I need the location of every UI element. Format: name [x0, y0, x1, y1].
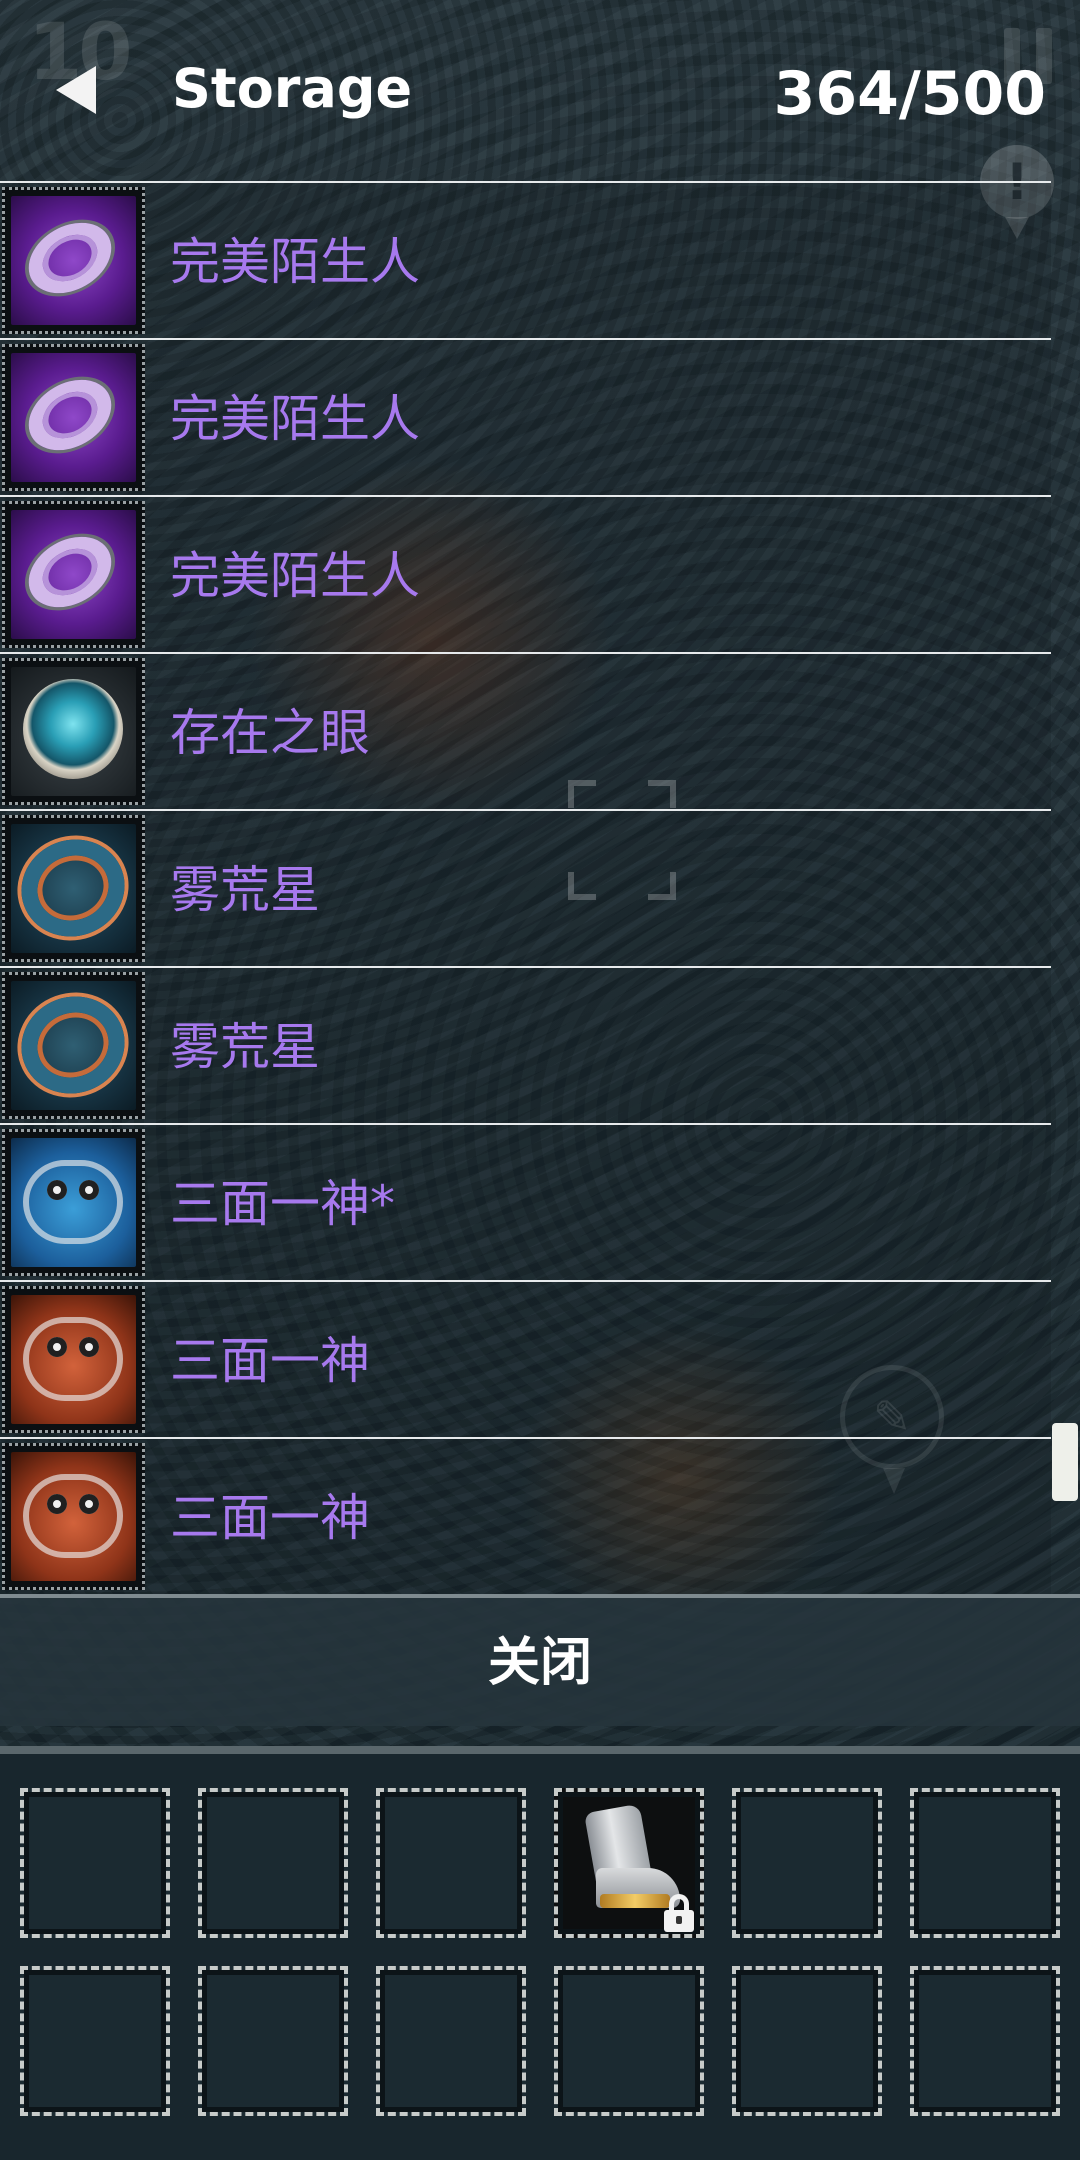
- item-name: 完美陌生人: [170, 390, 420, 448]
- item-slot: [2, 815, 145, 962]
- purple-ring-icon: [11, 510, 136, 639]
- item-slot: [2, 187, 145, 334]
- inventory-slot[interactable]: [910, 1966, 1060, 2116]
- item-slot: [2, 658, 145, 805]
- list-item[interactable]: 完美陌生人: [0, 338, 1051, 495]
- list-item[interactable]: 雾荒星: [0, 809, 1051, 966]
- inventory-slot[interactable]: [20, 1788, 170, 1938]
- item-name: 完美陌生人: [170, 547, 420, 605]
- inventory-slot[interactable]: [554, 1788, 704, 1938]
- list-item[interactable]: 完美陌生人: [0, 495, 1051, 652]
- blue-mask-icon: [11, 1138, 136, 1267]
- scrollbar-thumb[interactable]: [1052, 1423, 1078, 1501]
- item-name: 雾荒星: [170, 1018, 320, 1076]
- storage-item-list[interactable]: 完美陌生人 完美陌生人 完美陌生人 存在之眼 雾荒星 雾荒星 三面一神* 三面一…: [0, 181, 1051, 1594]
- inventory-slot[interactable]: [198, 1966, 348, 2116]
- item-slot: [2, 501, 145, 648]
- item-slot: [2, 1286, 145, 1433]
- storage-header: Storage 364/500: [0, 0, 1080, 180]
- inventory-slot[interactable]: [376, 1788, 526, 1938]
- item-name: 三面一神: [170, 1489, 370, 1547]
- item-slot: [2, 1129, 145, 1276]
- teal-ring-icon: [7, 824, 139, 953]
- storage-count: 364/500: [773, 59, 1046, 129]
- inventory-slot[interactable]: [376, 1966, 526, 2116]
- item-name: 存在之眼: [170, 704, 370, 762]
- item-name: 雾荒星: [170, 861, 320, 919]
- close-button-label: 关闭: [487, 1633, 592, 1693]
- purple-ring-icon: [11, 353, 136, 482]
- item-name: 三面一神*: [170, 1175, 395, 1233]
- inventory-slot[interactable]: [732, 1966, 882, 2116]
- item-slot: [2, 972, 145, 1119]
- inventory-slot[interactable]: [198, 1788, 348, 1938]
- purple-ring-icon: [11, 196, 136, 325]
- red-mask-icon: [11, 1295, 136, 1424]
- lock-icon: [662, 1894, 696, 1932]
- item-name: 三面一神: [170, 1332, 370, 1390]
- inventory-grid: [0, 1746, 1080, 2160]
- inventory-slot[interactable]: [732, 1788, 882, 1938]
- inventory-slot[interactable]: [554, 1966, 704, 2116]
- red-mask-icon: [11, 1452, 136, 1581]
- list-item[interactable]: 存在之眼: [0, 652, 1051, 809]
- list-item[interactable]: 三面一神: [0, 1437, 1051, 1594]
- teal-ring-icon: [7, 981, 139, 1110]
- inventory-slot[interactable]: [910, 1788, 1060, 1938]
- scrollbar[interactable]: [1052, 181, 1080, 1594]
- item-name: 完美陌生人: [170, 233, 420, 291]
- item-slot: [2, 1443, 145, 1590]
- item-slot: [2, 344, 145, 491]
- list-item[interactable]: 雾荒星: [0, 966, 1051, 1123]
- list-item[interactable]: 三面一神*: [0, 1123, 1051, 1280]
- eye-amulet-icon: [11, 667, 136, 796]
- close-button[interactable]: 关闭: [0, 1594, 1080, 1726]
- list-item[interactable]: 完美陌生人: [0, 181, 1051, 338]
- back-icon[interactable]: [52, 62, 108, 118]
- list-item[interactable]: 三面一神: [0, 1280, 1051, 1437]
- page-title: Storage: [172, 57, 413, 120]
- inventory-slot[interactable]: [20, 1966, 170, 2116]
